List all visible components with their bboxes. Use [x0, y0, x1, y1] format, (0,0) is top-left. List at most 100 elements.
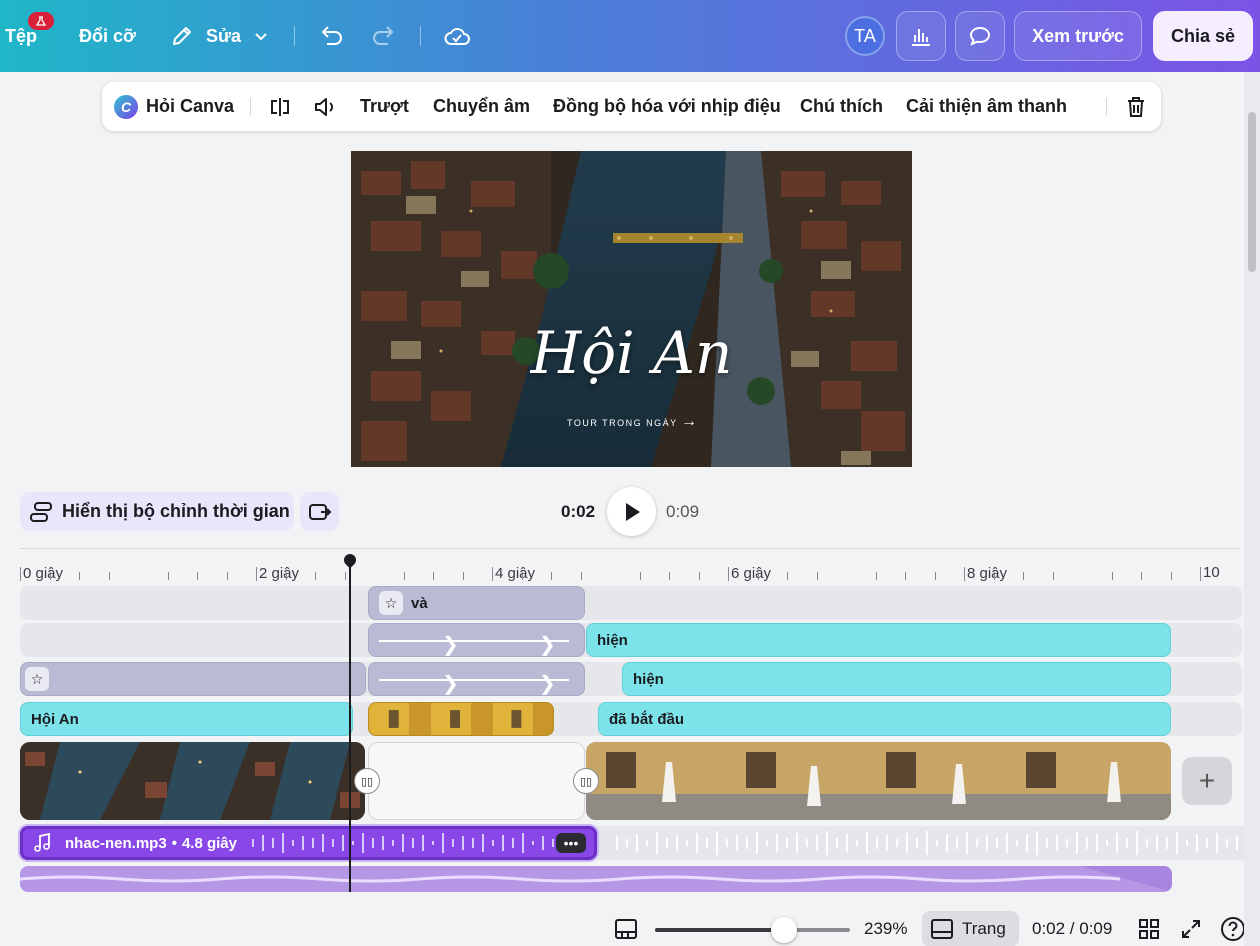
- context-toolbar: C Hỏi Canva Trượt Chuyển âm Đồng bộ hóa …: [102, 82, 1161, 131]
- volume-button[interactable]: [312, 82, 338, 131]
- play-button[interactable]: [607, 487, 656, 536]
- add-clip-button[interactable]: +: [1182, 757, 1232, 805]
- ruler-minor-tick: [49, 572, 51, 580]
- audio-track-waveform[interactable]: [597, 826, 1249, 860]
- playhead[interactable]: [349, 560, 351, 892]
- zoom-slider-thumb[interactable]: [770, 917, 797, 943]
- grid-view-button[interactable]: [1138, 911, 1160, 946]
- timeline-clip[interactable]: Hội An: [20, 702, 353, 736]
- ruler-minor-tick: [344, 572, 346, 580]
- playhead-handle[interactable]: [341, 551, 359, 569]
- flip-button[interactable]: [268, 82, 292, 131]
- file-menu[interactable]: Tệp: [5, 0, 37, 72]
- pages-icon: [930, 917, 954, 941]
- bar-chart-icon: [909, 24, 933, 48]
- transcribe-button[interactable]: Chuyển âm: [433, 82, 530, 131]
- toolbar-divider: [250, 98, 251, 116]
- ruler-minor-tick: [197, 572, 198, 580]
- captions-button[interactable]: Chú thích: [800, 82, 883, 131]
- chevron-right-icon: ❯: [539, 673, 556, 695]
- fullscreen-button[interactable]: [1180, 911, 1202, 946]
- current-time: 0:02: [561, 502, 596, 521]
- time-readout: 0:02 / 0:09: [1032, 911, 1112, 946]
- wall-thumbnail-image: [388, 710, 522, 728]
- ruler-tick-label: 2 giây: [259, 565, 300, 582]
- user-avatar[interactable]: TA: [845, 16, 885, 56]
- empty-video-slot[interactable]: [368, 742, 585, 820]
- ruler-major-tick: [492, 567, 493, 581]
- show-timeline-editor-button[interactable]: Hiển thị bộ chỉnh thời gian: [20, 492, 294, 531]
- resize-button[interactable]: Đổi cỡ: [79, 0, 136, 72]
- swap-view-button[interactable]: [300, 492, 339, 531]
- header-divider: [294, 26, 295, 46]
- ruler-minor-tick: [226, 572, 228, 580]
- ruler-minor-tick: [816, 572, 818, 580]
- notes-toggle-button[interactable]: [614, 911, 638, 946]
- layout-panel-icon: [614, 917, 638, 941]
- grid-icon: [1138, 918, 1160, 940]
- beat-sync-button[interactable]: Đồng bộ hóa với nhịp điệu: [553, 82, 781, 131]
- share-label: Chia sẻ: [1170, 25, 1236, 46]
- delete-button[interactable]: [1124, 82, 1148, 131]
- ruler-minor-tick: [108, 572, 110, 580]
- pencil-icon: [170, 24, 194, 48]
- audio-more-options-button[interactable]: •••: [556, 833, 586, 853]
- ruler-minor-tick: [787, 572, 788, 580]
- ruler-minor-tick: [462, 572, 464, 580]
- ruler-minor-tick: [551, 572, 552, 580]
- animation-clip[interactable]: ❯ ❯: [368, 623, 585, 657]
- flip-icon: [268, 95, 292, 119]
- total-time: 0:09: [666, 502, 700, 521]
- clip-label: Hội An: [31, 710, 79, 728]
- timeline-clip[interactable]: hiện: [622, 662, 1171, 696]
- insights-button[interactable]: [896, 11, 946, 61]
- audio-clip-selected[interactable]: nhac-nen.mp3 • 4.8 giây: [20, 826, 597, 860]
- audio-track-secondary[interactable]: [20, 866, 1172, 892]
- header-divider: [420, 26, 421, 46]
- scrollbar-thumb[interactable]: [1248, 112, 1256, 272]
- ruler-major-tick: [256, 567, 257, 581]
- canvas-subtitle[interactable]: TOUR TRONG NGÀY: [567, 418, 678, 428]
- edit-menu[interactable]: Sửa: [170, 0, 269, 72]
- zoom-slider-fill: [655, 928, 784, 932]
- beat-sync-label: Đồng bộ hóa với nhịp điệu: [553, 96, 781, 116]
- transition-icon: ▯▯: [360, 775, 374, 788]
- enhance-audio-button[interactable]: Cải thiện âm thanh: [906, 82, 1067, 131]
- ask-canva-button[interactable]: C Hỏi Canva: [114, 82, 234, 131]
- video-clip[interactable]: [20, 742, 365, 820]
- undo-button[interactable]: [318, 0, 344, 72]
- timeline-clip[interactable]: ☆ và: [368, 586, 585, 620]
- ruler-major-tick: [20, 567, 21, 581]
- edit-label: Sửa: [206, 25, 242, 46]
- pages-button[interactable]: Trang: [922, 911, 1019, 946]
- timeline-track: [20, 586, 1242, 620]
- ruler-minor-tick: [875, 572, 877, 580]
- video-clip[interactable]: [586, 742, 1171, 820]
- vertical-scrollbar[interactable]: [1244, 72, 1260, 946]
- more-horizontal-icon: •••: [563, 835, 579, 851]
- animation-clip[interactable]: ❯ ❯: [368, 662, 585, 696]
- transition-button[interactable]: ▯▯: [573, 768, 599, 794]
- ruler-minor-tick: [167, 572, 169, 580]
- comments-button[interactable]: [955, 11, 1005, 61]
- preview-button[interactable]: Xem trước: [1014, 11, 1142, 61]
- help-button[interactable]: [1220, 911, 1246, 946]
- image-clip[interactable]: [368, 702, 554, 736]
- timeline-clip[interactable]: ☆: [20, 662, 366, 696]
- slide-button[interactable]: Trượt: [360, 82, 409, 131]
- design-canvas[interactable]: Hội An TOUR TRONG NGÀY →: [351, 151, 912, 467]
- ruler-minor-tick: [934, 572, 936, 580]
- share-button[interactable]: Chia sẻ: [1153, 11, 1253, 61]
- canvas-title[interactable]: Hội An: [351, 319, 912, 387]
- zoom-level[interactable]: 239%: [864, 911, 907, 946]
- cloud-save-button[interactable]: [443, 0, 471, 72]
- redo-icon: [371, 24, 397, 48]
- timeline-editor-icon: [28, 500, 54, 524]
- timeline-clip[interactable]: đã bắt đầu: [598, 702, 1171, 736]
- redo-button[interactable]: [371, 0, 397, 72]
- enhance-audio-label: Cải thiện âm thanh: [906, 96, 1068, 116]
- transition-button[interactable]: ▯▯: [354, 768, 380, 794]
- timeline-clip[interactable]: hiện: [586, 623, 1171, 657]
- swap-icon: [307, 500, 333, 524]
- ruler-minor-tick: [1170, 572, 1172, 580]
